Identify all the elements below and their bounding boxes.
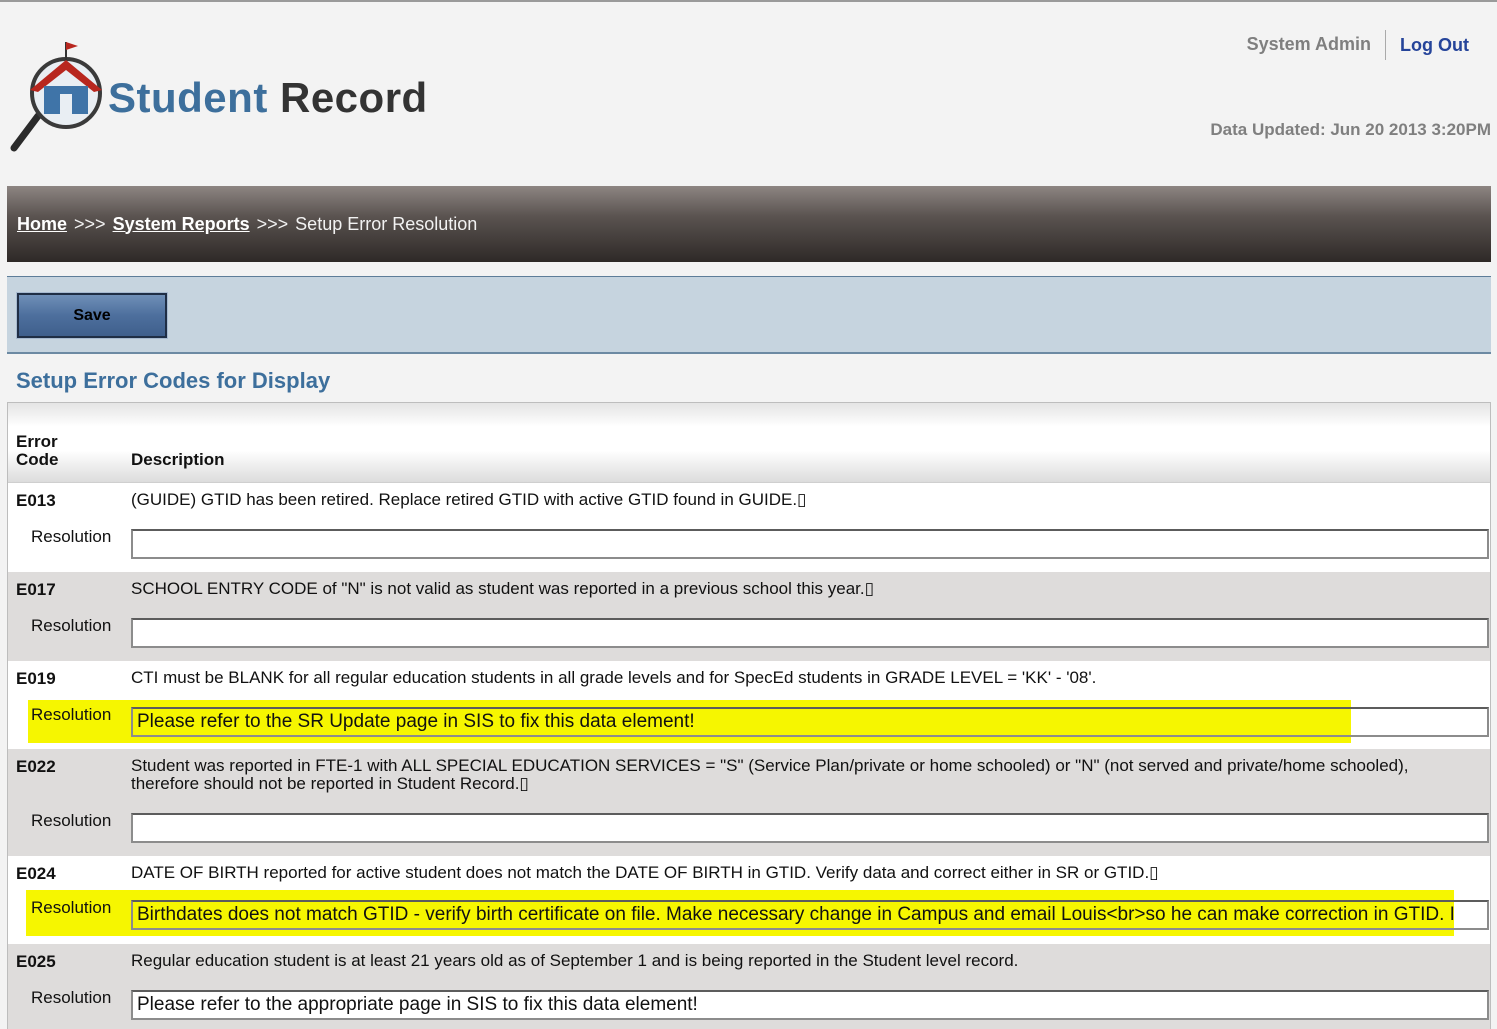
- column-header-error-code-line2: Code: [16, 450, 59, 469]
- breadcrumb-system-reports-link[interactable]: System Reports: [113, 214, 250, 235]
- table-row: E013 (GUIDE) GTID has been retired. Repl…: [8, 483, 1490, 572]
- resolution-label: Resolution: [31, 616, 112, 635]
- error-description: DATE OF BIRTH reported for active studen…: [131, 863, 1159, 882]
- error-description: SCHOOL ENTRY CODE of "N" is not valid as…: [131, 579, 874, 598]
- resolution-input[interactable]: Please refer to the appropriate page in …: [131, 990, 1489, 1020]
- section-title: Setup Error Codes for Display: [16, 368, 331, 393]
- table-row: E017 SCHOOL ENTRY CODE of "N" is not val…: [8, 572, 1490, 661]
- app-title: Student Record: [108, 74, 428, 122]
- resolution-input[interactable]: [131, 529, 1489, 559]
- resolution-label: Resolution: [31, 705, 112, 724]
- breadcrumb: Home >>> System Reports >>> Setup Error …: [7, 186, 1491, 262]
- error-description: Student was reported in FTE-1 with ALL S…: [131, 756, 1409, 793]
- toolbar: Save: [7, 276, 1491, 354]
- table-row: E022 Student was reported in FTE-1 with …: [8, 749, 1490, 856]
- column-header-error-code: Error Code: [16, 433, 96, 469]
- error-description: CTI must be BLANK for all regular educat…: [131, 668, 1097, 687]
- app-title-word1: Student: [108, 74, 268, 121]
- table-row: E019 CTI must be BLANK for all regular e…: [8, 661, 1490, 749]
- error-description: Regular education student is at least 21…: [131, 951, 1019, 970]
- resolution-input[interactable]: Birthdates does not match GTID - verify …: [131, 900, 1489, 930]
- resolution-input[interactable]: [131, 813, 1489, 843]
- breadcrumb-separator: >>>: [74, 213, 106, 234]
- breadcrumb-current: Setup Error Resolution: [295, 213, 478, 234]
- error-code: E025: [16, 952, 56, 971]
- resolution-label: Resolution: [31, 811, 112, 830]
- table-row: E025 Regular education student is at lea…: [8, 944, 1490, 1029]
- user-name: System Admin: [1247, 30, 1387, 60]
- breadcrumb-separator: >>>: [256, 213, 289, 234]
- error-code: E013: [16, 491, 56, 510]
- error-code: E022: [16, 757, 56, 776]
- resolution-label: Resolution: [31, 898, 112, 917]
- error-code: E019: [16, 669, 56, 688]
- resolution-input[interactable]: Please refer to the SR Update page in SI…: [131, 707, 1489, 737]
- resolution-label: Resolution: [31, 988, 112, 1007]
- table-row: E024 DATE OF BIRTH reported for active s…: [8, 856, 1490, 944]
- data-updated-label: Data Updated: Jun 20 2013 3:20PM: [1210, 120, 1491, 139]
- resolution-input[interactable]: [131, 618, 1489, 648]
- table-header: Error Code Description: [8, 403, 1490, 483]
- app-title-word2: Record: [279, 74, 428, 121]
- user-menu: System Admin Log Out: [1247, 30, 1469, 60]
- column-header-error-code-line1: Error: [16, 432, 58, 451]
- save-button[interactable]: Save: [16, 292, 168, 339]
- resolution-label: Resolution: [31, 527, 112, 546]
- error-code: E017: [16, 580, 56, 599]
- error-codes-table: Error Code Description E013 (GUIDE) GTID…: [7, 402, 1491, 1029]
- breadcrumb-home-link[interactable]: Home: [17, 214, 67, 235]
- logout-link[interactable]: Log Out: [1386, 31, 1469, 59]
- error-description: (GUIDE) GTID has been retired. Replace r…: [131, 490, 807, 509]
- student-record-logo-icon: [8, 38, 118, 158]
- error-code: E024: [16, 864, 56, 883]
- column-header-description: Description: [131, 450, 225, 469]
